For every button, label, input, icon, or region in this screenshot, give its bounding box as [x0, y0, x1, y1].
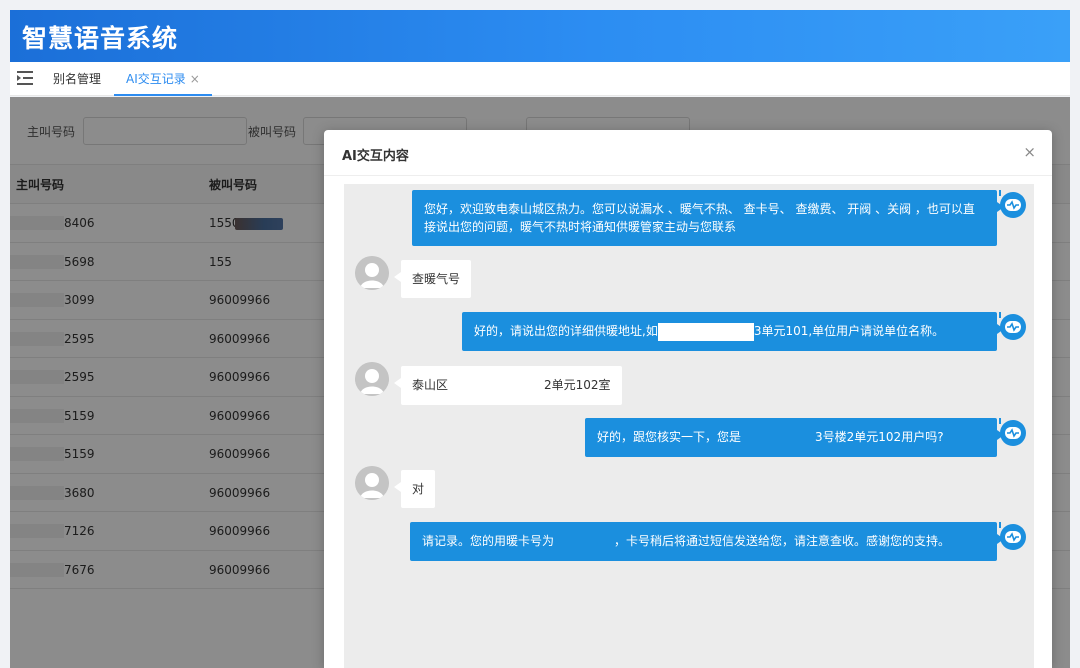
robot-icon — [999, 312, 1026, 340]
message-text: 请记录。您的用暖卡号为 — [422, 534, 555, 548]
robot-icon — [999, 190, 1026, 218]
modal-header: AI交互内容 × — [324, 130, 1052, 176]
message-text: 2单元102室 — [544, 378, 611, 392]
tab-alias-management[interactable]: 别名管理 — [53, 62, 101, 96]
user-message: 对 — [393, 470, 436, 508]
message-text: 3单元101,单位用户请说单位名称。 — [753, 324, 945, 338]
modal-title: AI交互内容 — [342, 149, 409, 164]
tab-ai-interaction-records[interactable]: AI交互记录 × — [114, 62, 212, 96]
tab-label: 别名管理 — [53, 72, 102, 86]
tab-label: AI交互记录 — [126, 72, 186, 86]
message-text: 泰山区 — [412, 378, 449, 392]
menu-indent-icon[interactable] — [17, 71, 33, 85]
user-avatar-icon — [355, 362, 389, 396]
ai-interaction-modal: AI交互内容 × 您好，欢迎致电泰山城区热力。您可以说漏水 、暖气不热、 查卡号… — [324, 130, 1052, 668]
user-avatar-icon — [355, 256, 389, 290]
message-text: ，卡号稍后将通过短信发送给您，请注意查收。感谢您的支持。 — [614, 534, 951, 548]
message-text: 对 — [412, 482, 425, 496]
bot-message: 请记录。您的用暖卡号为 ，卡号稍后将通过短信发送给您，请注意查收。感谢您的支持。 — [410, 522, 1004, 561]
user-message: 查暖气号 — [393, 260, 472, 298]
redacted-block — [741, 428, 816, 447]
message-text: 好的，跟您核实一下，您是 — [597, 430, 742, 444]
close-icon[interactable]: × — [190, 72, 200, 86]
user-avatar-icon — [355, 466, 389, 500]
app-title: 智慧语音系统 — [22, 24, 179, 53]
redacted-block — [448, 376, 545, 395]
redacted-block — [657, 322, 754, 341]
chat-area[interactable]: 您好，欢迎致电泰山城区热力。您可以说漏水 、暖气不热、 查卡号、 查缴费、 开阀… — [344, 184, 1034, 668]
message-text: 好的，请说出您的详细供暖地址,如 — [474, 324, 658, 338]
user-message: 泰山区 2单元102室 — [394, 366, 622, 405]
robot-icon — [999, 418, 1026, 446]
message-text: 您好，欢迎致电泰山城区热力。您可以说漏水 、暖气不热、 查卡号、 查缴费、 开阀… — [424, 202, 975, 234]
bot-message: 好的，跟您核实一下，您是 3号楼2单元102用户吗? — [585, 418, 1004, 457]
bot-message: 您好，欢迎致电泰山城区热力。您可以说漏水 、暖气不热、 查卡号、 查缴费、 开阀… — [412, 190, 1004, 246]
message-text: 查暖气号 — [412, 272, 461, 286]
robot-icon — [999, 522, 1026, 550]
tabs-bar: 别名管理 AI交互记录 × — [10, 62, 1070, 96]
message-text: 3号楼2单元102用户吗? — [815, 430, 944, 444]
app-header: 智慧语音系统 — [10, 10, 1070, 62]
close-icon[interactable]: × — [1023, 143, 1036, 161]
bot-message: 好的，请说出您的详细供暖地址,如 3单元101,单位用户请说单位名称。 — [462, 312, 1004, 351]
redacted-block — [554, 532, 615, 551]
